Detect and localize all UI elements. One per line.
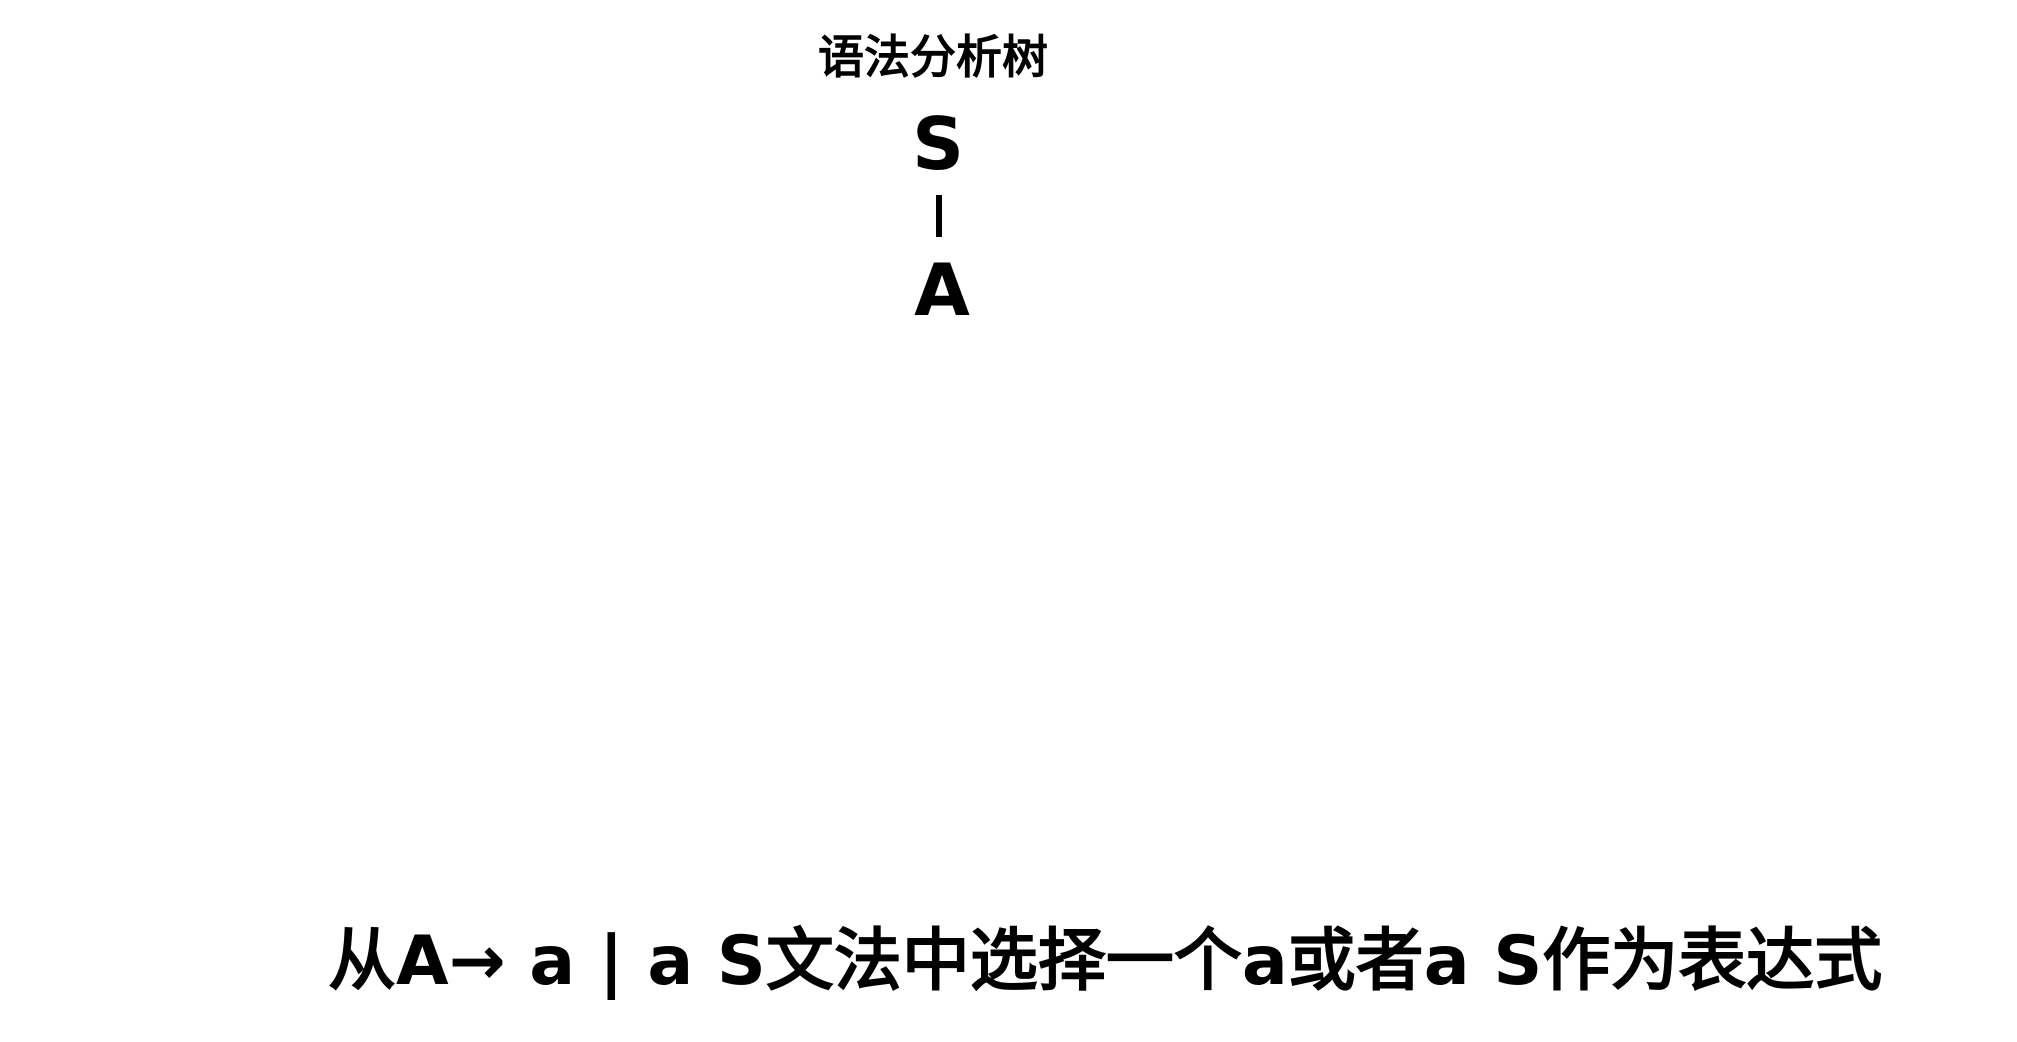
grammar-caption: 从A→ a | a S文法中选择一个a或者a S作为表达式 [328, 922, 1883, 1001]
diagram-title: 语法分析树 [818, 30, 1048, 84]
tree-node-child: A [914, 248, 970, 332]
tree-node-root: S [912, 102, 964, 186]
tree-edge [936, 195, 942, 237]
